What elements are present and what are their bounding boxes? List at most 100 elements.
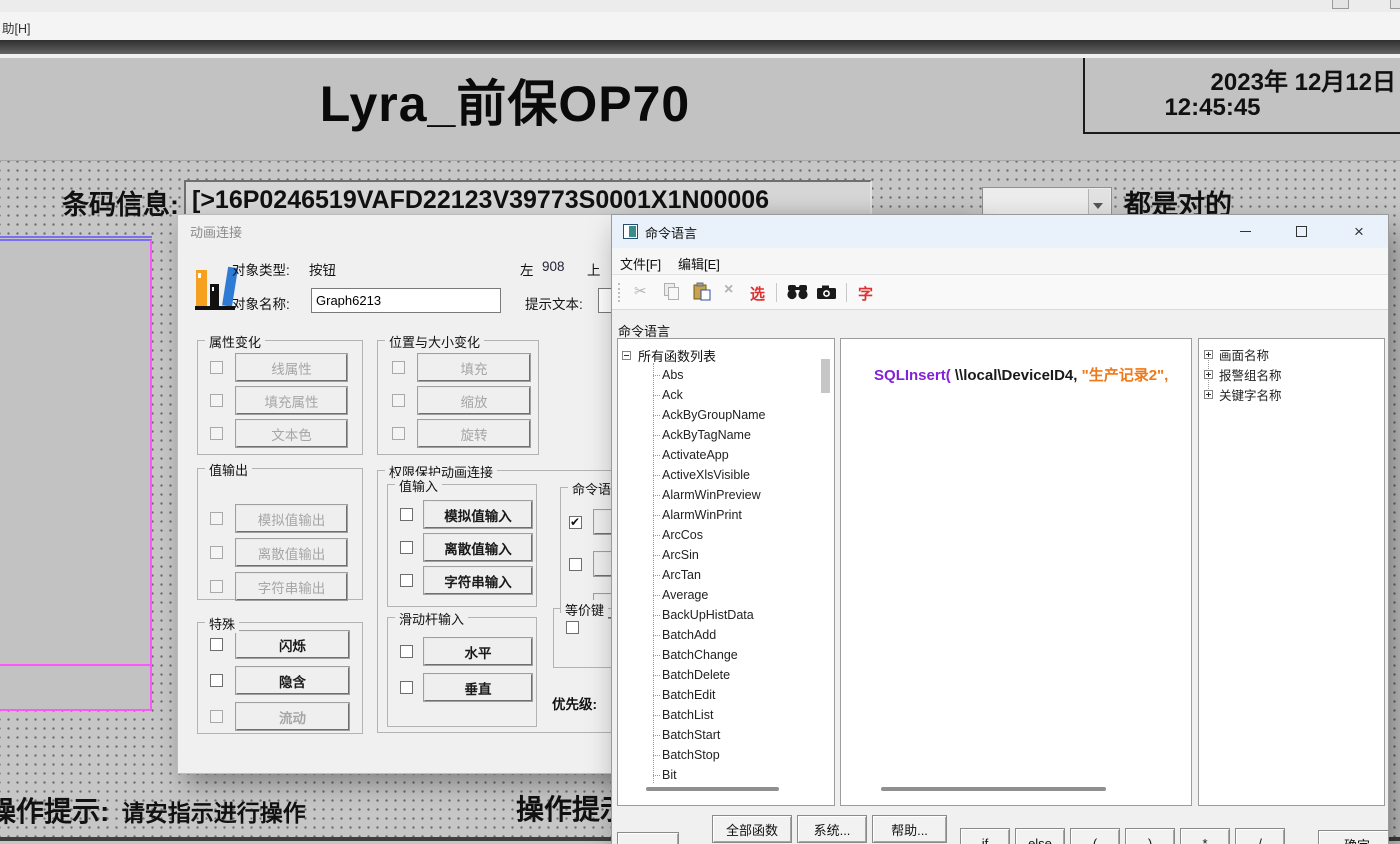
operator-button[interactable]: if [960, 828, 1010, 844]
function-tree-root[interactable]: 所有函数列表 [622, 345, 716, 365]
names-tree-item[interactable]: 关键字名称 [1204, 384, 1282, 404]
option-checkbox[interactable] [400, 681, 413, 694]
script-editor-panel[interactable]: SQLInsert( \\local\DeviceID4, "生产记录2", [840, 338, 1192, 806]
select-tool-label[interactable]: 选 [750, 283, 765, 304]
option-checkbox[interactable] [392, 361, 405, 374]
function-tree-item[interactable]: BatchChange [618, 645, 818, 665]
option-checkbox[interactable] [210, 361, 223, 374]
option-button[interactable]: 字符串输入 [424, 567, 532, 594]
option-button[interactable]: 离散值输出 [236, 539, 347, 566]
function-tree-item[interactable]: ArcCos [618, 525, 818, 545]
help-functions-button[interactable]: 帮助... [872, 815, 947, 843]
delete-icon[interactable]: × [724, 281, 733, 299]
collapse-minus-icon[interactable] [622, 351, 631, 360]
menu-edit[interactable]: 编辑[E] [678, 254, 720, 273]
function-tree-item[interactable]: BatchList [618, 705, 818, 725]
editor-horizontal-scrollbar[interactable] [881, 787, 1106, 791]
option-button[interactable]: 模拟值输出 [236, 505, 347, 532]
names-tree-item[interactable]: 画面名称 [1204, 344, 1282, 364]
option-button[interactable]: 线属性 [236, 354, 347, 381]
option-checkbox[interactable] [210, 394, 223, 407]
option-button[interactable]: 离散值输入 [424, 534, 532, 561]
option-button[interactable]: 旋转 [418, 420, 530, 447]
expand-plus-icon[interactable] [1204, 370, 1213, 379]
option-button[interactable]: 模拟值输入 [424, 501, 532, 528]
menu-file[interactable]: 文件[F] [620, 254, 661, 273]
system-functions-button[interactable]: 系统... [797, 815, 867, 843]
option-checkbox[interactable] [392, 427, 405, 440]
option-checkbox[interactable] [210, 546, 223, 559]
option-checkbox[interactable] [210, 512, 223, 525]
function-tree-item[interactable]: ArcSin [618, 545, 818, 565]
option-checkbox[interactable] [400, 645, 413, 658]
expand-plus-icon[interactable] [1204, 350, 1213, 359]
option-checkbox[interactable] [210, 674, 223, 687]
option-checkbox[interactable] [569, 516, 582, 529]
expand-plus-icon[interactable] [1204, 390, 1213, 399]
option-checkbox[interactable] [400, 574, 413, 587]
option-button[interactable]: 流动 [236, 703, 349, 730]
function-tree-item[interactable]: Average [618, 585, 818, 605]
option-button[interactable]: 垂直 [424, 674, 532, 701]
option-button[interactable]: 水平 [424, 638, 532, 665]
option-checkbox[interactable] [400, 508, 413, 521]
function-tree-item[interactable]: BatchStop [618, 745, 818, 765]
option-button[interactable]: 填充 [418, 354, 530, 381]
function-tree-item[interactable]: BackUpHistData [618, 605, 818, 625]
function-tree-item[interactable]: AlarmWinPrint [618, 505, 818, 525]
option-button[interactable]: 填充属性 [236, 387, 347, 414]
combo-dropdown-button[interactable] [1088, 189, 1110, 218]
function-tree-item[interactable]: ActiveXlsVisible [618, 465, 818, 485]
option-button[interactable]: 缩放 [418, 387, 530, 414]
option-button[interactable]: 隐含 [236, 667, 349, 694]
tree-horizontal-scrollbar[interactable] [646, 787, 779, 791]
ok-button[interactable]: 确定 [1318, 830, 1388, 844]
paste-icon[interactable] [692, 282, 711, 301]
option-checkbox[interactable] [400, 541, 413, 554]
function-tree-item[interactable]: BatchEdit [618, 685, 818, 705]
all-functions-button[interactable]: 全部函数 [712, 815, 792, 843]
function-tree-item[interactable]: BatchStart [618, 725, 818, 745]
operator-button[interactable]: ( [1070, 828, 1120, 844]
window-restore-button-partial[interactable] [1332, 0, 1349, 9]
menu-help-item[interactable]: 助[H] [2, 18, 30, 37]
option-checkbox[interactable] [566, 621, 579, 634]
option-checkbox[interactable] [210, 427, 223, 440]
option-button[interactable]: 闪烁 [236, 631, 349, 658]
function-tree-item[interactable]: Abs [618, 365, 818, 385]
option-checkbox[interactable] [210, 710, 223, 723]
window-titlebar[interactable]: 命令语言 × [612, 215, 1388, 248]
function-tree-item[interactable]: ArcTan [618, 565, 818, 585]
option-checkbox[interactable] [569, 558, 582, 571]
function-tree-panel[interactable]: 所有函数列表 AbsAckAckByGroupNameAckByTagNameA… [617, 338, 835, 806]
partial-button[interactable] [617, 832, 679, 844]
function-tree-item[interactable]: AckByGroupName [618, 405, 818, 425]
cut-icon[interactable]: ✂ [634, 282, 647, 300]
option-checkbox[interactable] [210, 580, 223, 593]
option-button[interactable]: 文本色 [236, 420, 347, 447]
names-tree-item[interactable]: 报警组名称 [1204, 364, 1282, 384]
operator-button[interactable]: else [1015, 828, 1065, 844]
pos-left-value[interactable]: 908 [542, 259, 565, 274]
operator-button[interactable]: / [1235, 828, 1285, 844]
window-close-button-partial[interactable] [1390, 0, 1400, 9]
camera-icon[interactable] [816, 284, 837, 300]
find-binoculars-icon[interactable] [786, 283, 809, 300]
option-button[interactable]: 字符串输出 [236, 573, 347, 600]
function-tree-item[interactable]: BatchDelete [618, 665, 818, 685]
font-tool-label[interactable]: 字 [858, 283, 873, 304]
function-tree-item[interactable]: BatchAdd [618, 625, 818, 645]
function-tree-item[interactable]: Bit [618, 765, 818, 785]
selected-graphic-object[interactable] [0, 239, 152, 711]
function-tree-item[interactable]: AlarmWinPreview [618, 485, 818, 505]
function-tree-item[interactable]: Ack [618, 385, 818, 405]
close-button[interactable]: × [1339, 215, 1379, 248]
option-checkbox[interactable] [210, 638, 223, 651]
minimize-button[interactable] [1225, 215, 1265, 248]
operator-button[interactable]: ) [1125, 828, 1175, 844]
function-tree-item[interactable]: AckByTagName [618, 425, 818, 445]
object-name-input[interactable] [311, 288, 501, 313]
script-code-line[interactable]: SQLInsert( \\local\DeviceID4, "生产记录2", [849, 347, 1168, 402]
function-tree-item[interactable]: ActivateApp [618, 445, 818, 465]
maximize-button[interactable] [1281, 215, 1321, 248]
